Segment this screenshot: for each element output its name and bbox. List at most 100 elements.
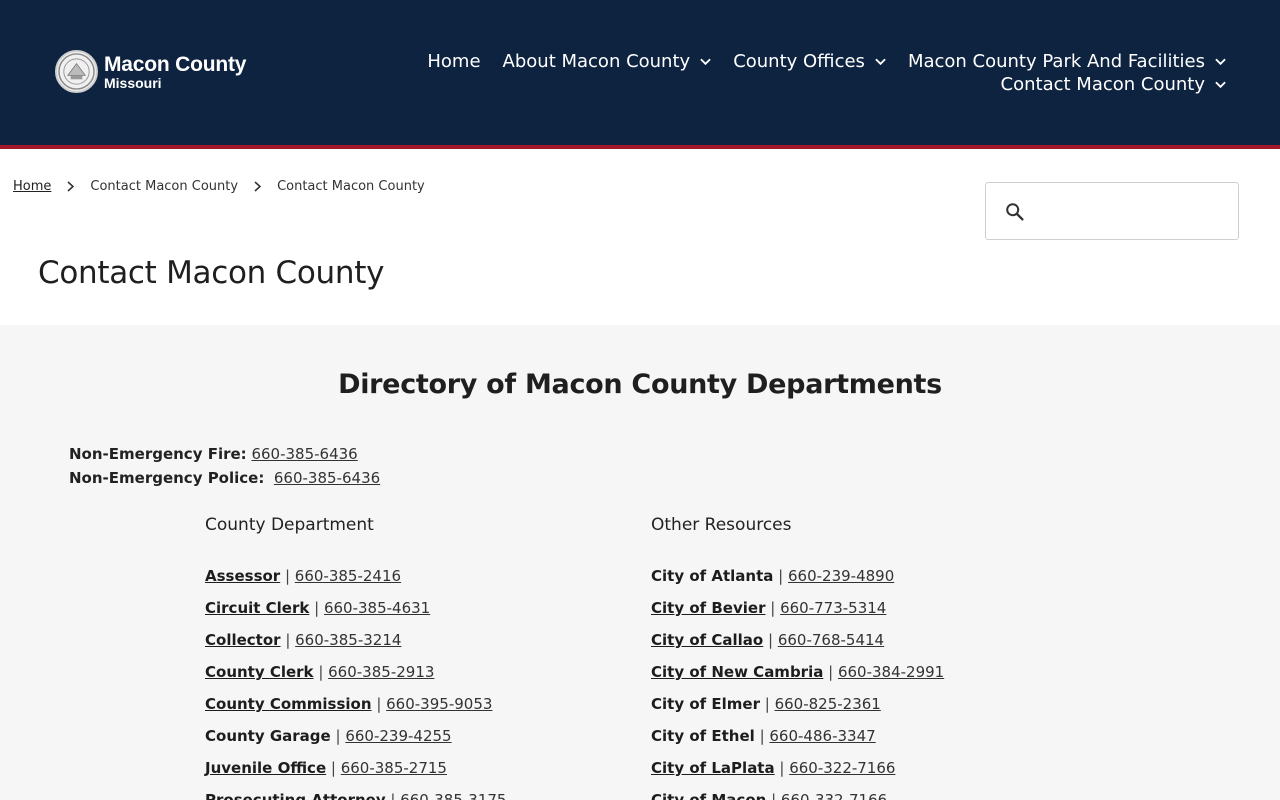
separator: | bbox=[371, 695, 387, 713]
list-item: Assessor | 660-385-2416 bbox=[205, 567, 605, 599]
chevron-down-icon[interactable] bbox=[700, 58, 711, 66]
phone-link[interactable]: 660-773-5314 bbox=[780, 599, 886, 617]
list-item: City of Callao | 660-768-5414 bbox=[651, 631, 1051, 663]
phone-link[interactable]: 660-385-3214 bbox=[295, 631, 401, 649]
nav-county-offices[interactable]: County Offices bbox=[733, 51, 886, 72]
non-emergency-fire: Non-Emergency Fire: 660-385-6436 bbox=[69, 445, 358, 463]
nav-county-offices-label: County Offices bbox=[733, 51, 865, 72]
other-resources-column: Other Resources City of Atlanta | 660-23… bbox=[651, 515, 1051, 800]
search-box[interactable] bbox=[985, 182, 1239, 240]
chevron-down-icon[interactable] bbox=[875, 58, 886, 66]
separator: | bbox=[765, 599, 781, 617]
separator: | bbox=[774, 759, 790, 777]
phone-link[interactable]: 660-332-7166 bbox=[781, 791, 887, 800]
list-item: City of Macon | 660-332-7166 bbox=[651, 791, 1051, 800]
phone-link[interactable]: 660-385-2913 bbox=[328, 663, 434, 681]
separator: | bbox=[773, 567, 788, 585]
nav-about[interactable]: About Macon County bbox=[503, 51, 712, 72]
county-seal-icon bbox=[55, 50, 98, 93]
police-label: Non-Emergency Police: bbox=[69, 469, 265, 487]
phone-link[interactable]: 660-385-2416 bbox=[295, 567, 401, 585]
list-item: City of Atlanta | 660-239-4890 bbox=[651, 567, 1051, 599]
phone-link[interactable]: 660-825-2361 bbox=[775, 695, 881, 713]
logo-subtitle: Missouri bbox=[104, 74, 162, 91]
search-icon[interactable] bbox=[1004, 201, 1026, 223]
list-item: Prosecuting Attorney | 660-385-3175 bbox=[205, 791, 605, 800]
search-input[interactable] bbox=[1034, 193, 1230, 229]
nav-parks[interactable]: Macon County Park And Facilities bbox=[908, 51, 1226, 72]
directory-entry-name[interactable]: Circuit Clerk bbox=[205, 599, 309, 617]
site-logo[interactable]: Macon County Missouri bbox=[55, 50, 246, 93]
other-resources-heading: Other Resources bbox=[651, 515, 792, 535]
main-content: Directory of Macon County Departments No… bbox=[0, 325, 1280, 800]
phone-link[interactable]: 660-239-4255 bbox=[345, 727, 451, 745]
list-item: City of Ethel | 660-486-3347 bbox=[651, 727, 1051, 759]
directory-entry-name[interactable]: County Commission bbox=[205, 695, 372, 713]
page-title: Contact Macon County bbox=[38, 255, 385, 291]
directory-entry-name[interactable]: Collector bbox=[205, 631, 281, 649]
directory-entry-name[interactable]: Juvenile Office bbox=[205, 759, 326, 777]
phone-link[interactable]: 660-486-3347 bbox=[769, 727, 875, 745]
phone-link[interactable]: 660-385-4631 bbox=[324, 599, 430, 617]
phone-link[interactable]: 660-384-2991 bbox=[838, 663, 944, 681]
list-item: City of Bevier | 660-773-5314 bbox=[651, 599, 1051, 631]
separator: | bbox=[280, 567, 295, 585]
phone-link[interactable]: 660-395-9053 bbox=[386, 695, 492, 713]
separator: | bbox=[766, 791, 781, 800]
county-department-column: County Department Assessor | 660-385-241… bbox=[205, 515, 605, 800]
directory-entry-name[interactable]: Prosecuting Attorney bbox=[205, 791, 386, 800]
nav-contact[interactable]: Contact Macon County bbox=[1001, 74, 1226, 95]
phone-link[interactable]: 660-768-5414 bbox=[778, 631, 884, 649]
title-area: Home Contact Macon County Contact Macon … bbox=[0, 149, 1280, 325]
list-item: County Commission | 660-395-9053 bbox=[205, 695, 605, 727]
list-item: Circuit Clerk | 660-385-4631 bbox=[205, 599, 605, 631]
nav-parks-label: Macon County Park And Facilities bbox=[907, 51, 1205, 72]
list-item: City of LaPlata | 660-322-7166 bbox=[651, 759, 1051, 791]
list-item: County Garage | 660-239-4255 bbox=[205, 727, 605, 759]
directory-entry-name: City of Elmer bbox=[651, 695, 760, 713]
directory-entry-name[interactable]: City of Callao bbox=[651, 631, 763, 649]
other-resources-list: City of Atlanta | 660-239-4890 City of Be… bbox=[651, 567, 1051, 800]
chevron-right-icon bbox=[254, 181, 262, 192]
county-department-heading: County Department bbox=[205, 515, 374, 535]
separator: | bbox=[759, 695, 775, 713]
breadcrumb-level1[interactable]: Contact Macon County bbox=[90, 179, 238, 194]
directory-title: Directory of Macon County Departments bbox=[338, 369, 942, 400]
police-phone-link[interactable]: 660-385-6436 bbox=[274, 469, 380, 487]
chevron-right-icon bbox=[67, 181, 75, 192]
directory-entry-name[interactable]: Assessor bbox=[205, 567, 280, 585]
directory-entry-name[interactable]: City of Bevier bbox=[651, 599, 765, 617]
directory-entry-name[interactable]: County Clerk bbox=[205, 663, 314, 681]
list-item: County Clerk | 660-385-2913 bbox=[205, 663, 605, 695]
logo-title: Macon County bbox=[104, 52, 247, 76]
directory-entry-name: City of Atlanta bbox=[651, 567, 774, 585]
separator: | bbox=[313, 663, 329, 681]
phone-link[interactable]: 660-322-7166 bbox=[789, 759, 895, 777]
separator: | bbox=[330, 727, 346, 745]
main-nav: Home About Macon County County Offices M… bbox=[406, 50, 1226, 96]
directory-entry-name: City of Ethel bbox=[651, 727, 755, 745]
phone-link[interactable]: 660-385-3175 bbox=[400, 791, 506, 800]
county-department-list: Assessor | 660-385-2416 Circuit Clerk | 6… bbox=[205, 567, 605, 800]
separator: | bbox=[385, 791, 401, 800]
chevron-down-icon[interactable] bbox=[1215, 58, 1226, 66]
separator: | bbox=[280, 631, 296, 649]
separator: | bbox=[309, 599, 324, 617]
fire-label: Non-Emergency Fire: bbox=[69, 445, 247, 463]
directory-entry-name[interactable]: City of Macon bbox=[651, 791, 766, 800]
separator: | bbox=[763, 631, 778, 649]
breadcrumb-home-link[interactable]: Home bbox=[13, 179, 51, 194]
nav-home[interactable]: Home bbox=[427, 51, 480, 72]
breadcrumb: Home Contact Macon County Contact Macon … bbox=[13, 179, 425, 194]
phone-link[interactable]: 660-239-4890 bbox=[788, 567, 894, 585]
nav-contact-label: Contact Macon County bbox=[1000, 74, 1205, 95]
phone-link[interactable]: 660-385-2715 bbox=[341, 759, 447, 777]
directory-entry-name[interactable]: City of New Cambria bbox=[651, 663, 823, 681]
chevron-down-icon[interactable] bbox=[1215, 81, 1226, 89]
directory-entry-name[interactable]: City of LaPlata bbox=[651, 759, 775, 777]
breadcrumb-current: Contact Macon County bbox=[277, 179, 425, 194]
site-header: Macon County Missouri Home About Macon C… bbox=[0, 0, 1280, 145]
fire-phone-link[interactable]: 660-385-6436 bbox=[251, 445, 357, 463]
list-item: City of New Cambria | 660-384-2991 bbox=[651, 663, 1051, 695]
list-item: Collector | 660-385-3214 bbox=[205, 631, 605, 663]
